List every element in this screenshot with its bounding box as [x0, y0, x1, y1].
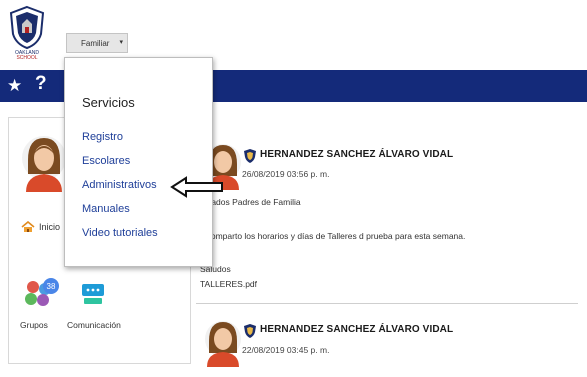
menu-item-manuales[interactable]: Manuales	[82, 203, 130, 215]
favorites-star-icon[interactable]: ★	[7, 76, 22, 96]
shield-icon	[244, 149, 256, 163]
post-attachment-link[interactable]: TALLERES.pdf	[200, 279, 257, 289]
user-avatar[interactable]	[20, 132, 68, 192]
menu-item-escolares[interactable]: Escolares	[82, 155, 130, 167]
post-date: 26/08/2019 03:56 p. m.	[242, 169, 330, 179]
chat-icon[interactable]	[80, 281, 106, 307]
shield-icon	[244, 324, 256, 338]
menu-item-video-tutoriales[interactable]: Video tutoriales	[82, 227, 158, 239]
menu-item-registro[interactable]: Registro	[82, 131, 123, 143]
groups-badge: 38	[43, 278, 59, 294]
chevron-down-icon: ▾	[119, 39, 123, 46]
post-divider	[196, 303, 578, 304]
annotation-arrow-icon	[170, 176, 223, 198]
post-date: 22/08/2019 03:45 p. m.	[242, 345, 330, 355]
nav-item-label: Inicio	[39, 222, 61, 232]
nav-item-inicio[interactable]: Inicio	[21, 221, 60, 233]
groups-label[interactable]: Grupos	[20, 320, 48, 330]
post-author[interactable]: HERNANDEZ SANCHEZ ÁLVARO VIDAL	[260, 324, 453, 335]
services-dropdown-menu: Servicios Registro Escolares Administrat…	[64, 57, 213, 267]
feed-post: HERNANDEZ SANCHEZ ÁLVARO VIDAL 26/08/201…	[196, 117, 587, 307]
post-author[interactable]: HERNANDEZ SANCHEZ ÁLVARO VIDAL	[260, 149, 453, 160]
feed-post: HERNANDEZ SANCHEZ ÁLVARO VIDAL 22/08/201…	[196, 307, 587, 377]
role-select[interactable]: Familiar ▾	[66, 33, 128, 53]
news-feed: HERNANDEZ SANCHEZ ÁLVARO VIDAL 26/08/201…	[196, 117, 587, 367]
post-author-avatar	[205, 321, 241, 367]
post-body-line: timados Padres de Familia	[200, 197, 301, 207]
svg-text:SCHOOL: SCHOOL	[16, 55, 37, 60]
role-select-value: Familiar	[81, 38, 110, 48]
dropdown-title: Servicios	[82, 95, 135, 110]
school-logo: OAKLAND SCHOOL	[9, 5, 45, 60]
post-body-line: s comparto los horarios y días de Taller…	[200, 231, 466, 241]
help-icon[interactable]: ?	[35, 73, 47, 95]
menu-item-administrativos[interactable]: Administrativos	[82, 179, 157, 191]
house-icon	[21, 221, 35, 232]
communication-label[interactable]: Comunicación	[67, 320, 121, 330]
